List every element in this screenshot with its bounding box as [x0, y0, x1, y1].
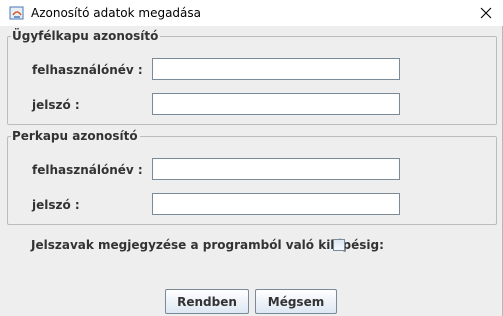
window-title: Azonosító adatok megadása: [31, 6, 201, 20]
ugyfelkapu-username-label: felhasználónév :: [32, 63, 143, 77]
dialog-window: Azonosító adatok megadása Ügyfélkapu azo…: [0, 0, 503, 316]
cancel-button[interactable]: Mégsem: [255, 289, 337, 314]
ok-button[interactable]: Rendben: [165, 289, 249, 314]
ugyfelkapu-password-input[interactable]: [152, 93, 400, 115]
ugyfelkapu-password-label: jelszó :: [32, 98, 80, 112]
ugyfelkapu-legend: Ügyfélkapu azonosító: [11, 28, 161, 44]
title-bar[interactable]: Azonosító adatok megadása: [0, 0, 503, 26]
close-icon[interactable]: [476, 3, 496, 23]
remember-passwords-checkbox[interactable]: [333, 239, 345, 251]
remember-passwords-label: Jelszavak megjegyzése a programból való …: [31, 238, 384, 252]
perkapu-password-input[interactable]: [152, 193, 400, 215]
perkapu-password-label: jelszó :: [32, 198, 80, 212]
perkapu-username-input[interactable]: [152, 158, 400, 180]
perkapu-legend: Perkapu azonosító: [11, 128, 140, 144]
java-app-icon: [9, 5, 25, 21]
ugyfelkapu-username-input[interactable]: [152, 58, 400, 80]
perkapu-username-label: felhasználónév :: [32, 163, 143, 177]
